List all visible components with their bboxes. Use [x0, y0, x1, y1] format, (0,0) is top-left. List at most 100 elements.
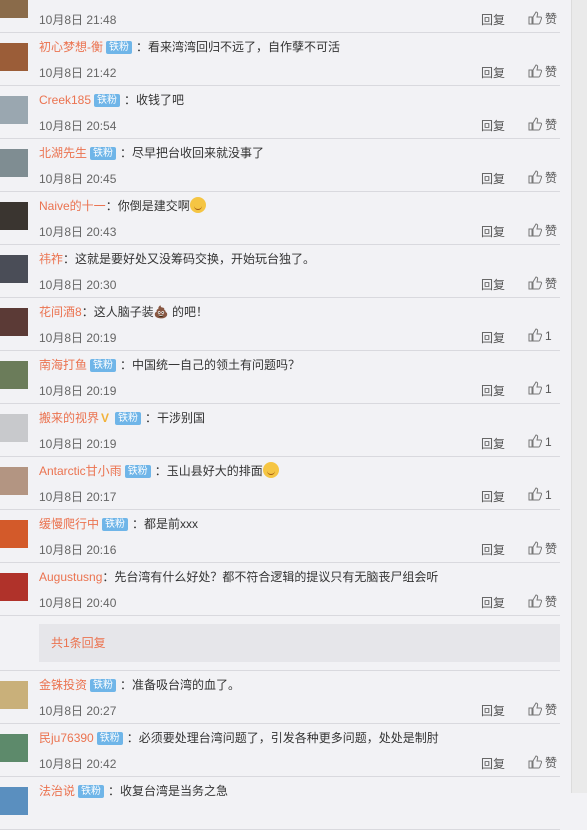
thumb-up-icon [528, 541, 545, 556]
username-link[interactable]: 初心梦想-衡 [39, 40, 103, 54]
reply-button[interactable]: 回复 [481, 117, 505, 134]
reply-button[interactable]: 回复 [481, 223, 505, 240]
like-label: 1 [545, 435, 552, 449]
username-link[interactable]: Naive的十一 [39, 199, 106, 213]
avatar[interactable] [0, 734, 28, 762]
reply-button[interactable]: 回复 [481, 541, 505, 558]
like-label: 1 [545, 488, 552, 502]
thumb-up-icon [528, 11, 545, 26]
thumb-up-icon [528, 702, 545, 717]
reply-button[interactable]: 回复 [481, 170, 505, 187]
avatar[interactable] [0, 255, 28, 283]
thumb-up-icon [528, 434, 545, 449]
username-link[interactable]: Augustusng [39, 570, 102, 584]
like-button[interactable]: 1 [528, 381, 560, 396]
comment-text-line: 南海打鱼 铁粉 ：中国统一自己的领土有问题吗？ [39, 356, 300, 374]
avatar[interactable] [0, 0, 28, 18]
comment-text-line: 北湖先生 铁粉 ：尽早把台收回来就没事了 [39, 144, 264, 162]
avatar[interactable] [0, 96, 28, 124]
avatar[interactable] [0, 681, 28, 709]
thumb-up-icon [528, 170, 545, 185]
reply-button[interactable]: 回复 [481, 382, 505, 399]
avatar[interactable] [0, 308, 28, 336]
comment-text: ：这就是要好处又没筹码交换，开始玩台独了。 [63, 252, 316, 266]
username-link[interactable]: Creek185 [39, 93, 91, 107]
comment-text: ：中国统一自己的领土有问题吗？ [120, 358, 301, 372]
like-button[interactable]: 1 [528, 434, 560, 449]
reply-button[interactable]: 回复 [481, 702, 505, 719]
like-button[interactable]: 1 [528, 487, 560, 502]
comment-text-line: 法治说 铁粉 ：收复台湾是当务之急 [39, 782, 228, 800]
avatar[interactable] [0, 414, 28, 442]
comment-time: 10月8日 20:54 [39, 119, 117, 133]
like-button[interactable]: 赞 [528, 169, 560, 186]
comment-text: ：尽早把台收回来就没事了 [120, 146, 265, 160]
comment-text-line: 金铢投资 铁粉 ：准备吸台湾的血了。 [39, 676, 240, 694]
comment-text: ：都是前xxx [132, 517, 199, 531]
reply-button[interactable]: 回复 [481, 594, 505, 611]
view-replies-link[interactable]: 共1条回复 [39, 624, 560, 662]
like-button[interactable]: 赞 [528, 593, 560, 610]
like-button[interactable]: 赞 [528, 275, 560, 292]
fan-badge: 铁粉 [106, 41, 132, 54]
like-label: 赞 [545, 703, 558, 717]
comment-list: 10月8日 21:48 回复赞初心梦想-衡 铁粉 ：看来湾湾回归不远了，自作孽不可活 1… [0, 0, 560, 830]
scrollbar[interactable] [571, 0, 587, 793]
reply-button[interactable]: 回复 [481, 329, 505, 346]
like-button[interactable]: 赞 [528, 63, 560, 80]
reply-button[interactable]: 回复 [481, 755, 505, 772]
avatar[interactable] [0, 149, 28, 177]
comment-time: 10月8日 20:19 [39, 437, 117, 451]
username-link[interactable]: 金铢投资 [39, 678, 87, 692]
comment-time: 10月8日 20:40 [39, 596, 117, 610]
like-label: 赞 [545, 65, 558, 79]
username-link[interactable]: 北湖先生 [39, 146, 87, 160]
thumb-up-icon [528, 487, 545, 502]
like-button[interactable]: 赞 [528, 116, 560, 133]
comment-text: ：先台湾有什么好处？都不符合逻辑的提议只有无脑丧尸组会听 [102, 570, 439, 584]
like-button[interactable]: 1 [528, 328, 560, 343]
reply-button[interactable]: 回复 [481, 11, 505, 28]
avatar[interactable] [0, 361, 28, 389]
username-link[interactable]: 法治说 [39, 784, 75, 798]
username-link[interactable]: 搬来的视界 [39, 411, 99, 425]
comment-row: 金铢投资 铁粉 ：准备吸台湾的血了。 10月8日 20:27 回复 赞 [0, 671, 560, 724]
like-label: 赞 [545, 118, 558, 132]
avatar[interactable] [0, 520, 28, 548]
avatar[interactable] [0, 573, 28, 601]
thumb-up-icon [528, 64, 545, 79]
username-link[interactable]: 祎祚 [39, 252, 63, 266]
avatar[interactable] [0, 787, 28, 815]
comment-text: ：收复台湾是当务之急 [108, 784, 229, 798]
username-link[interactable]: 民ju76390 [39, 731, 94, 745]
avatar[interactable] [0, 43, 28, 71]
reply-button[interactable]: 回复 [481, 64, 505, 81]
comment-row: Augustusng：先台湾有什么好处？都不符合逻辑的提议只有无脑丧尸组会听 10… [0, 563, 560, 616]
like-button[interactable]: 赞 [528, 540, 560, 557]
comment-time: 10月8日 20:27 [39, 704, 117, 718]
avatar[interactable] [0, 467, 28, 495]
username-link[interactable]: 缓慢爬行中 [39, 517, 99, 531]
like-label: 赞 [545, 542, 558, 556]
comment-text: ：玉山县好大的排面 [154, 464, 263, 478]
comment-time: 10月8日 20:17 [39, 490, 117, 504]
avatar[interactable] [0, 202, 28, 230]
emoji-icon [262, 462, 279, 478]
thumb-up-icon [528, 223, 545, 238]
reply-button[interactable]: 回复 [481, 276, 505, 293]
username-link[interactable]: Antarctic甘小雨 [39, 464, 122, 478]
like-button[interactable]: 赞 [528, 701, 560, 718]
comment-row: 法治说 铁粉 ：收复台湾是当务之急 [0, 777, 560, 830]
reply-button[interactable]: 回复 [481, 488, 505, 505]
like-button[interactable]: 赞 [528, 222, 560, 239]
comment-text-line: Naive的十一：你倒是建交啊 [39, 197, 206, 215]
fan-badge: 铁粉 [78, 785, 105, 798]
comment-row: 祎祚：这就是要好处又没筹码交换，开始玩台独了。 10月8日 20:30 回复 赞 [0, 245, 560, 298]
like-button[interactable]: 赞 [528, 10, 560, 27]
thumb-up-icon [528, 276, 545, 291]
username-link[interactable]: 花间酒8 [39, 305, 82, 319]
comment-row: 民ju76390 铁粉 ：必须要处理台湾问题了，引发各种更多问题，处处是制肘 10月8… [0, 724, 560, 777]
username-link[interactable]: 南海打鱼 [39, 358, 87, 372]
reply-button[interactable]: 回复 [481, 435, 505, 452]
like-button[interactable]: 赞 [528, 754, 560, 771]
